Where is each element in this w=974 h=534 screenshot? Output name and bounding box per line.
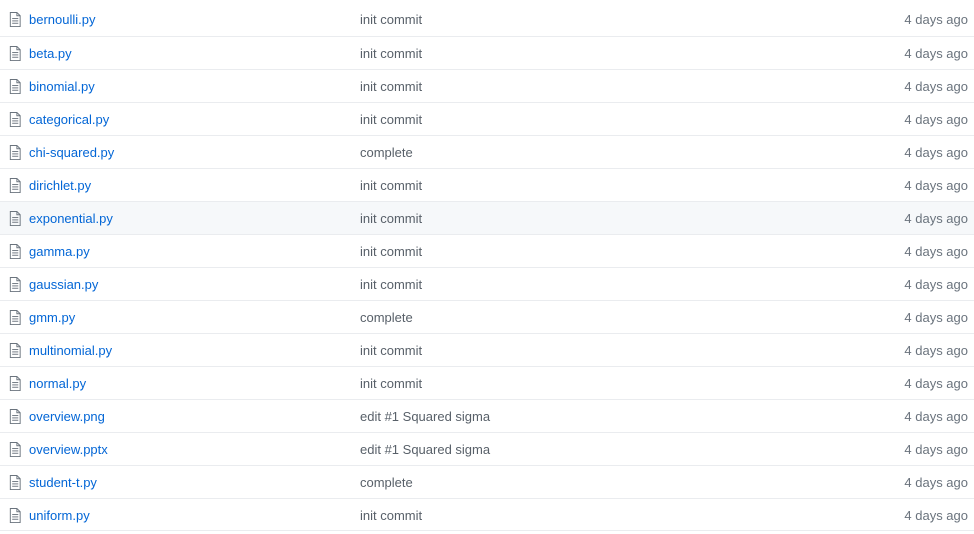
file-name-link[interactable]: dirichlet.py: [29, 169, 91, 202]
commit-age: 4 days ago: [904, 442, 968, 457]
commit-age: 4 days ago: [904, 508, 968, 523]
commit-message-link[interactable]: init commit: [360, 268, 422, 301]
commit-message-link[interactable]: init commit: [360, 103, 422, 136]
file-list: bernoulli.py init commit 4 days ago beta…: [0, 3, 974, 531]
file-name-link[interactable]: beta.py: [29, 37, 72, 70]
file-row: binomial.py init commit 4 days ago: [0, 69, 974, 102]
file-name-link[interactable]: gmm.py: [29, 301, 75, 334]
file-row: exponential.py init commit 4 days ago: [0, 201, 974, 234]
file-row: overview.pptx edit #1 Squared sigma 4 da…: [0, 432, 974, 465]
file-name-link[interactable]: categorical.py: [29, 103, 109, 136]
file-row: student-t.py complete 4 days ago: [0, 465, 974, 498]
commit-age: 4 days ago: [904, 145, 968, 160]
commit-message-link[interactable]: init commit: [360, 3, 422, 36]
file-icon: [9, 376, 21, 391]
commit-age: 4 days ago: [904, 178, 968, 193]
file-row: beta.py init commit 4 days ago: [0, 36, 974, 69]
file-icon: [9, 145, 21, 160]
file-name-link[interactable]: gamma.py: [29, 235, 90, 268]
commit-message-link[interactable]: init commit: [360, 499, 422, 532]
file-row: gamma.py init commit 4 days ago: [0, 234, 974, 267]
file-icon: [9, 46, 21, 61]
file-icon: [9, 343, 21, 358]
commit-message-link[interactable]: init commit: [360, 169, 422, 202]
file-icon: [9, 178, 21, 193]
file-icon: [9, 244, 21, 259]
file-icon: [9, 310, 21, 325]
commit-age: 4 days ago: [904, 12, 968, 27]
file-icon: [9, 442, 21, 457]
commit-age: 4 days ago: [904, 112, 968, 127]
commit-message-link[interactable]: init commit: [360, 70, 422, 103]
file-name-link[interactable]: overview.png: [29, 400, 105, 433]
file-row: uniform.py init commit 4 days ago: [0, 498, 974, 531]
commit-message-link[interactable]: init commit: [360, 202, 422, 235]
commit-age: 4 days ago: [904, 409, 968, 424]
commit-age: 4 days ago: [904, 244, 968, 259]
file-row: gmm.py complete 4 days ago: [0, 300, 974, 333]
commit-message-link[interactable]: init commit: [360, 367, 422, 400]
commit-age: 4 days ago: [904, 343, 968, 358]
commit-age: 4 days ago: [904, 211, 968, 226]
commit-message-link[interactable]: edit #1 Squared sigma: [360, 433, 490, 466]
commit-message-link[interactable]: init commit: [360, 235, 422, 268]
commit-message-link[interactable]: init commit: [360, 37, 422, 70]
commit-message-link[interactable]: complete: [360, 136, 413, 169]
file-name-link[interactable]: chi-squared.py: [29, 136, 114, 169]
file-name-link[interactable]: uniform.py: [29, 499, 90, 532]
file-name-link[interactable]: multinomial.py: [29, 334, 112, 367]
file-row: multinomial.py init commit 4 days ago: [0, 333, 974, 366]
file-icon: [9, 508, 21, 523]
file-row: categorical.py init commit 4 days ago: [0, 102, 974, 135]
file-icon: [9, 12, 21, 27]
file-row: chi-squared.py complete 4 days ago: [0, 135, 974, 168]
file-row: dirichlet.py init commit 4 days ago: [0, 168, 974, 201]
commit-age: 4 days ago: [904, 277, 968, 292]
commit-message-link[interactable]: complete: [360, 466, 413, 499]
commit-message-link[interactable]: complete: [360, 301, 413, 334]
file-row: gaussian.py init commit 4 days ago: [0, 267, 974, 300]
commit-age: 4 days ago: [904, 376, 968, 391]
file-name-link[interactable]: binomial.py: [29, 70, 95, 103]
file-icon: [9, 409, 21, 424]
commit-age: 4 days ago: [904, 79, 968, 94]
file-row: normal.py init commit 4 days ago: [0, 366, 974, 399]
file-name-link[interactable]: overview.pptx: [29, 433, 108, 466]
file-icon: [9, 475, 21, 490]
file-icon: [9, 112, 21, 127]
file-name-link[interactable]: exponential.py: [29, 202, 113, 235]
commit-age: 4 days ago: [904, 310, 968, 325]
file-row: bernoulli.py init commit 4 days ago: [0, 3, 974, 36]
file-name-link[interactable]: gaussian.py: [29, 268, 98, 301]
file-name-link[interactable]: student-t.py: [29, 466, 97, 499]
file-row: overview.png edit #1 Squared sigma 4 day…: [0, 399, 974, 432]
commit-message-link[interactable]: init commit: [360, 334, 422, 367]
commit-age: 4 days ago: [904, 46, 968, 61]
file-icon: [9, 211, 21, 226]
file-name-link[interactable]: bernoulli.py: [29, 3, 96, 36]
file-icon: [9, 79, 21, 94]
file-name-link[interactable]: normal.py: [29, 367, 86, 400]
file-icon: [9, 277, 21, 292]
commit-age: 4 days ago: [904, 475, 968, 490]
commit-message-link[interactable]: edit #1 Squared sigma: [360, 400, 490, 433]
